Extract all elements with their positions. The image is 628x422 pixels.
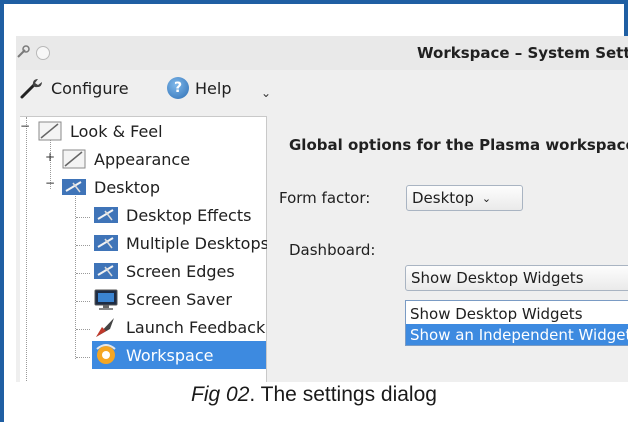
dropdown-option-show-independent-widget-set[interactable]: Show an Independent Widget Set: [406, 324, 628, 345]
module-tree: − + − Look & Feel Appearance Desktop Des: [20, 116, 269, 382]
figure-frame-top: [0, 0, 628, 4]
tree-line: [76, 329, 90, 330]
window-title: Workspace – System Settings: [417, 44, 628, 62]
collapse-look-and-feel-icon[interactable]: −: [20, 119, 30, 133]
dashboard-label: Dashboard:: [289, 241, 376, 259]
tree-line: [76, 301, 90, 302]
workspace-icon: [96, 344, 116, 364]
dashboard-dropdown-list: Show Desktop Widgets Show an Independent…: [405, 300, 628, 346]
help-icon: ?: [167, 77, 189, 99]
expand-appearance-icon[interactable]: +: [45, 150, 55, 164]
tree-line: [76, 217, 90, 218]
tree-item-desktop[interactable]: Desktop: [60, 173, 160, 201]
form-factor-label: Form factor:: [279, 189, 371, 207]
tree-item-multiple-desktops[interactable]: Multiple Desktops: [92, 229, 269, 257]
tree-line: [76, 245, 90, 246]
tree-line: [26, 117, 27, 382]
tree-item-look-and-feel[interactable]: Look & Feel: [36, 117, 163, 145]
dropdown-option-show-desktop-widgets[interactable]: Show Desktop Widgets: [406, 303, 628, 324]
collapse-desktop-icon[interactable]: −: [45, 176, 55, 190]
tree-line: [76, 357, 90, 358]
caption-text: . The settings dialog: [249, 383, 437, 406]
figure-frame-left: [0, 0, 4, 422]
settings-window: Workspace – System Settings Configure ? …: [16, 36, 628, 382]
tree-line: [76, 273, 90, 274]
configure-label: Configure: [51, 78, 129, 98]
form-factor-value: Desktop: [412, 189, 474, 207]
tree-item-screen-edges[interactable]: Screen Edges: [92, 257, 235, 285]
keep-above-icon[interactable]: [36, 46, 50, 60]
tree-item-launch-feedback[interactable]: Launch Feedback: [92, 313, 265, 341]
tree-item-desktop-effects[interactable]: Desktop Effects: [92, 201, 251, 229]
desktop-icon: [62, 179, 86, 195]
screen-saver-icon: [94, 289, 118, 310]
window-menu-icon[interactable]: [16, 45, 30, 59]
dashboard-value: Show Desktop Widgets: [411, 269, 584, 287]
figure-caption: Fig 02. The settings dialog: [0, 383, 628, 407]
multiple-desktops-icon: [94, 235, 118, 251]
settings-content: Global options for the Plasma workspace …: [267, 116, 628, 382]
toolbar: Configure ? Help ⌄: [16, 70, 628, 108]
launch-feedback-icon: [96, 318, 114, 337]
title-bar: Workspace – System Settings: [16, 36, 628, 70]
help-label: Help: [195, 78, 232, 98]
help-button[interactable]: ? Help: [167, 76, 231, 100]
toolbar-overflow-chevron-icon[interactable]: ⌄: [261, 86, 271, 100]
figure-number: Fig 02: [191, 383, 250, 406]
tree-line: [75, 189, 76, 359]
appearance-icon: [62, 149, 86, 169]
chevron-down-icon: ⌄: [481, 191, 492, 205]
wrench-icon: [20, 79, 42, 99]
configure-button[interactable]: Configure: [19, 76, 129, 100]
figure-frame-right: [624, 0, 628, 40]
page-title: Global options for the Plasma workspace: [289, 136, 628, 154]
desktop-effects-icon: [94, 207, 118, 223]
tree-item-workspace[interactable]: Workspace: [92, 341, 266, 369]
screen-edges-icon: [94, 263, 118, 279]
tree-item-appearance[interactable]: Appearance: [60, 145, 190, 173]
dashboard-select[interactable]: Show Desktop Widgets: [405, 265, 628, 291]
look-and-feel-icon: [38, 121, 62, 141]
tree-item-screen-saver[interactable]: Screen Saver: [92, 285, 232, 313]
form-factor-select[interactable]: Desktop ⌄: [406, 185, 523, 211]
